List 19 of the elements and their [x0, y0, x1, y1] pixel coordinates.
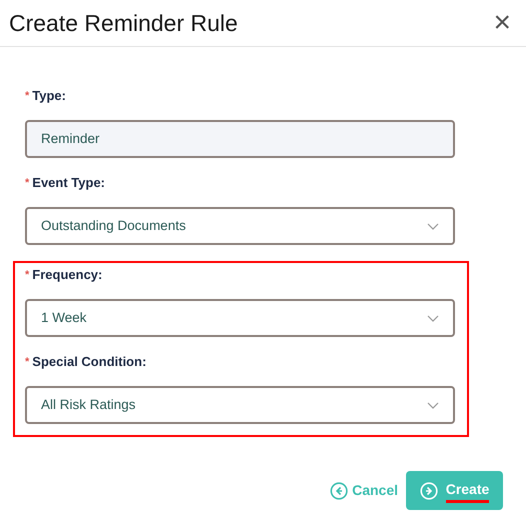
close-button[interactable]: × — [493, 8, 511, 38]
required-asterisk: * — [25, 177, 30, 189]
field-label: * Event Type: — [25, 174, 106, 192]
dialog-title: Create Reminder Rule — [9, 12, 238, 34]
dropdown-field[interactable]: Outstanding Documents — [25, 207, 455, 245]
chevron-down-icon — [427, 314, 439, 322]
field-label: * Frequency: — [25, 266, 104, 284]
dropdown-field[interactable]: 1 Week — [25, 299, 455, 337]
required-asterisk: * — [25, 356, 30, 368]
arrow-left-circle-icon — [330, 482, 348, 500]
field-label: * Special Condition: — [25, 353, 148, 371]
readonly-field: Reminder — [25, 120, 455, 158]
dropdown-field[interactable]: All Risk Ratings — [25, 386, 455, 424]
field-label: * Type: — [25, 87, 67, 105]
chevron-down-icon — [427, 222, 439, 230]
required-asterisk: * — [25, 90, 30, 102]
required-asterisk: * — [25, 269, 30, 281]
chevron-down-icon — [427, 402, 439, 408]
arrow-right-circle-icon — [420, 482, 438, 500]
